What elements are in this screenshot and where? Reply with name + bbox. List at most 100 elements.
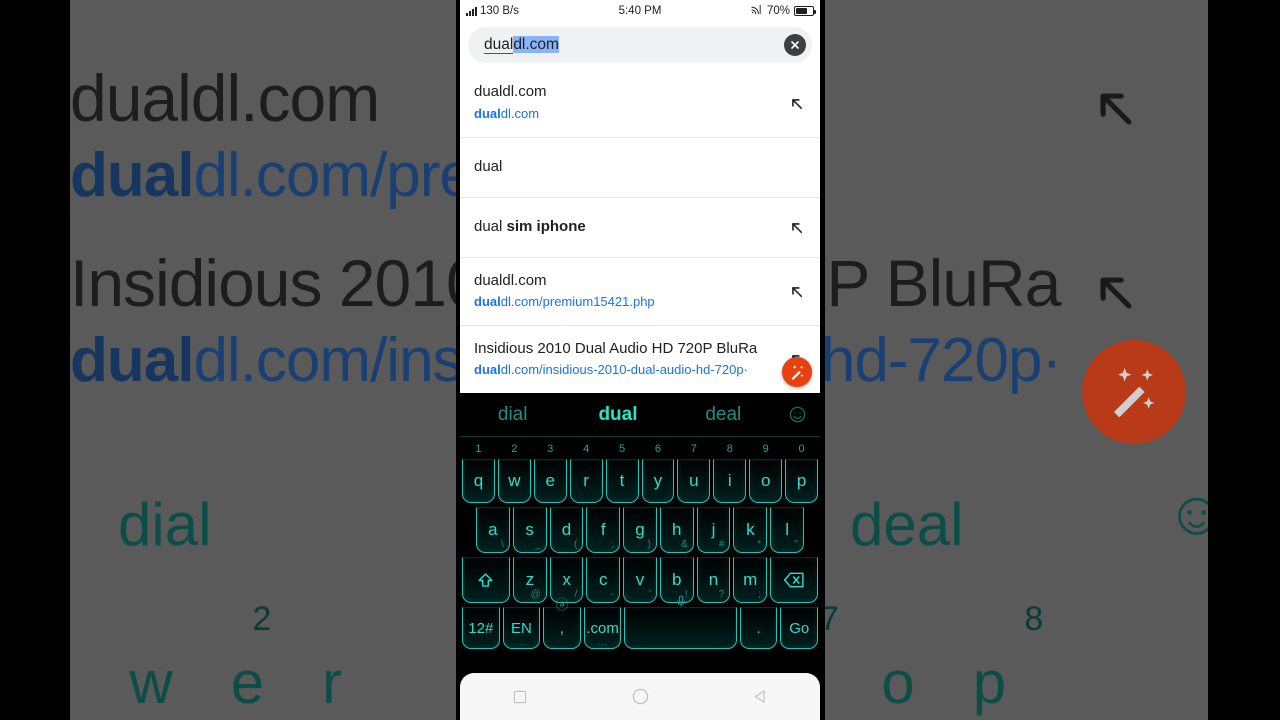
omnibox-container: dualdl.com bbox=[460, 22, 820, 69]
key-o[interactable]: 9o bbox=[749, 443, 783, 503]
screenshot-root: dualdl.com dualdl.com/prem Insidious 201… bbox=[0, 0, 1280, 720]
circle-home-icon[interactable] bbox=[580, 687, 700, 706]
key-label: . bbox=[756, 619, 761, 637]
suggestion-url: dualdl.com/premium15421.php bbox=[474, 293, 776, 312]
key-s[interactable]: s _ bbox=[512, 507, 547, 553]
key-label: a bbox=[488, 520, 498, 539]
key-w[interactable]: 2w bbox=[497, 443, 531, 503]
space-key[interactable] bbox=[624, 595, 737, 649]
key-r[interactable]: 4r bbox=[569, 443, 603, 503]
key-t[interactable]: 5t bbox=[605, 443, 639, 503]
key-p[interactable]: 0p bbox=[785, 443, 819, 503]
language-key[interactable]: EN... bbox=[502, 607, 541, 649]
square-recents-icon[interactable] bbox=[460, 689, 580, 705]
key-dots-label: ... bbox=[516, 637, 527, 647]
key-label: Go bbox=[789, 619, 810, 637]
key-label: c bbox=[599, 570, 608, 589]
dotcom-key[interactable]: .com... bbox=[583, 607, 622, 649]
background-url-bold-2: dual bbox=[70, 326, 194, 395]
fill-arrow-icon[interactable] bbox=[776, 282, 806, 301]
key-label: r bbox=[583, 471, 589, 490]
key-n[interactable]: n? bbox=[696, 557, 731, 603]
triangle-back-icon[interactable] bbox=[700, 688, 820, 705]
background-right-kb-nums: 7 8 9 0 bbox=[825, 600, 1208, 638]
comma-key[interactable]: ⓐ, bbox=[543, 597, 581, 649]
key-sub-label: ( bbox=[573, 539, 578, 550]
keyboard-row-3: z @ x / c- v ' b! n? m; bbox=[460, 557, 820, 603]
key-q[interactable]: 1q bbox=[461, 443, 495, 503]
key-v[interactable]: v ' bbox=[623, 557, 657, 603]
omnibox[interactable]: dualdl.com bbox=[468, 27, 812, 63]
key-h[interactable]: h & bbox=[659, 507, 694, 553]
suggestion-title: Insidious 2010 Dual Audio HD 720P BluRa bbox=[474, 339, 758, 357]
key-y[interactable]: 6y bbox=[641, 443, 675, 503]
fill-arrow-icon[interactable] bbox=[776, 218, 806, 237]
suggestion-list: dualdl.com dualdl.com dual dual sim ipho… bbox=[460, 69, 820, 393]
suggestion-item-3[interactable]: dualdl.com dualdl.com/premium15421.php bbox=[460, 257, 820, 325]
key-a[interactable]: a \ bbox=[475, 507, 510, 553]
key-j[interactable]: j # bbox=[696, 507, 731, 553]
keyboard-row-2: a \ s _ d( f; g) h & j # k * l " bbox=[460, 507, 820, 553]
background-right-panel: 20P BluRa io-hd-720p· deal ☺ 7 8 9 0 iop bbox=[825, 0, 1208, 720]
key-l[interactable]: l " bbox=[770, 507, 805, 553]
key-num-label: 4 bbox=[583, 443, 590, 455]
key-label: d bbox=[561, 520, 572, 539]
background-suggestion-url: dualdl.com/prem bbox=[70, 140, 456, 211]
key-c[interactable]: c- bbox=[586, 557, 621, 603]
period-key[interactable]: . bbox=[739, 607, 778, 649]
clear-circle-icon[interactable] bbox=[784, 34, 806, 56]
key-i[interactable]: 8i bbox=[713, 443, 747, 503]
key-label: n bbox=[708, 570, 719, 589]
keyboard-suggestion-2[interactable]: deal bbox=[671, 404, 776, 426]
shift-key[interactable] bbox=[462, 557, 510, 603]
key-label: x bbox=[562, 570, 571, 589]
key-label: w bbox=[508, 471, 521, 490]
magic-wand-icon[interactable] bbox=[782, 357, 812, 387]
suggestion-item-2[interactable]: dual sim iphone bbox=[460, 197, 820, 257]
key-m[interactable]: m; bbox=[733, 557, 768, 603]
key-u[interactable]: 7u bbox=[677, 443, 711, 503]
symbols-key[interactable]: 12# bbox=[461, 607, 500, 649]
key-sub-label: - bbox=[610, 589, 615, 600]
key-label: v bbox=[635, 570, 645, 589]
key-label: f bbox=[600, 520, 606, 539]
key-e[interactable]: 3e bbox=[533, 443, 567, 503]
key-label: h bbox=[672, 520, 682, 539]
suggestion-url-rest: dl.com bbox=[500, 105, 540, 121]
suggestion-body: dualdl.com dualdl.com bbox=[474, 82, 776, 123]
suggestion-item-4[interactable]: Insidious 2010 Dual Audio HD 720P BluRa … bbox=[460, 325, 820, 393]
key-f[interactable]: f; bbox=[586, 507, 621, 553]
suggestion-body: dualdl.com dualdl.com/premium15421.php bbox=[474, 271, 776, 312]
key-label: b bbox=[671, 570, 682, 589]
microphone-icon[interactable] bbox=[674, 594, 687, 613]
suggestion-url-bold: dual bbox=[474, 294, 501, 310]
suggestion-title: dual bbox=[474, 158, 503, 176]
fill-arrow-icon[interactable] bbox=[776, 94, 806, 113]
go-key[interactable]: Go bbox=[780, 607, 819, 649]
suggestion-url-rest: dl.com/premium15421.php bbox=[500, 294, 655, 310]
key-label: , bbox=[559, 619, 565, 637]
keyboard-suggestion-1[interactable]: dual bbox=[565, 404, 670, 426]
key-sub-label: ; bbox=[758, 589, 762, 600]
key-sub-label: # bbox=[718, 539, 725, 550]
address-input[interactable]: dualdl.com bbox=[484, 36, 784, 54]
key-dots-label: ... bbox=[597, 637, 608, 647]
suggestion-item-0[interactable]: dualdl.com dualdl.com bbox=[460, 69, 820, 137]
key-g[interactable]: g) bbox=[623, 507, 657, 553]
keyboard-suggestion-0[interactable]: dial bbox=[460, 404, 565, 426]
omnibox-typed-text: dual bbox=[484, 36, 514, 54]
autocorrect-icon: ⓐ bbox=[555, 597, 569, 612]
emoji-smiley-icon[interactable] bbox=[776, 405, 820, 424]
suggestion-item-1[interactable]: dual bbox=[460, 137, 820, 197]
key-label: u bbox=[689, 471, 699, 490]
key-z[interactable]: z @ bbox=[512, 557, 547, 603]
key-k[interactable]: k * bbox=[733, 507, 768, 553]
key-label: 12# bbox=[468, 619, 494, 637]
backspace-key[interactable] bbox=[770, 557, 818, 603]
cast-icon bbox=[750, 4, 763, 18]
key-num-label: 0 bbox=[798, 443, 805, 455]
key-sub-label: ? bbox=[718, 589, 725, 600]
key-label: EN bbox=[510, 619, 532, 637]
key-d[interactable]: d( bbox=[549, 507, 584, 553]
key-label: o bbox=[760, 471, 771, 490]
